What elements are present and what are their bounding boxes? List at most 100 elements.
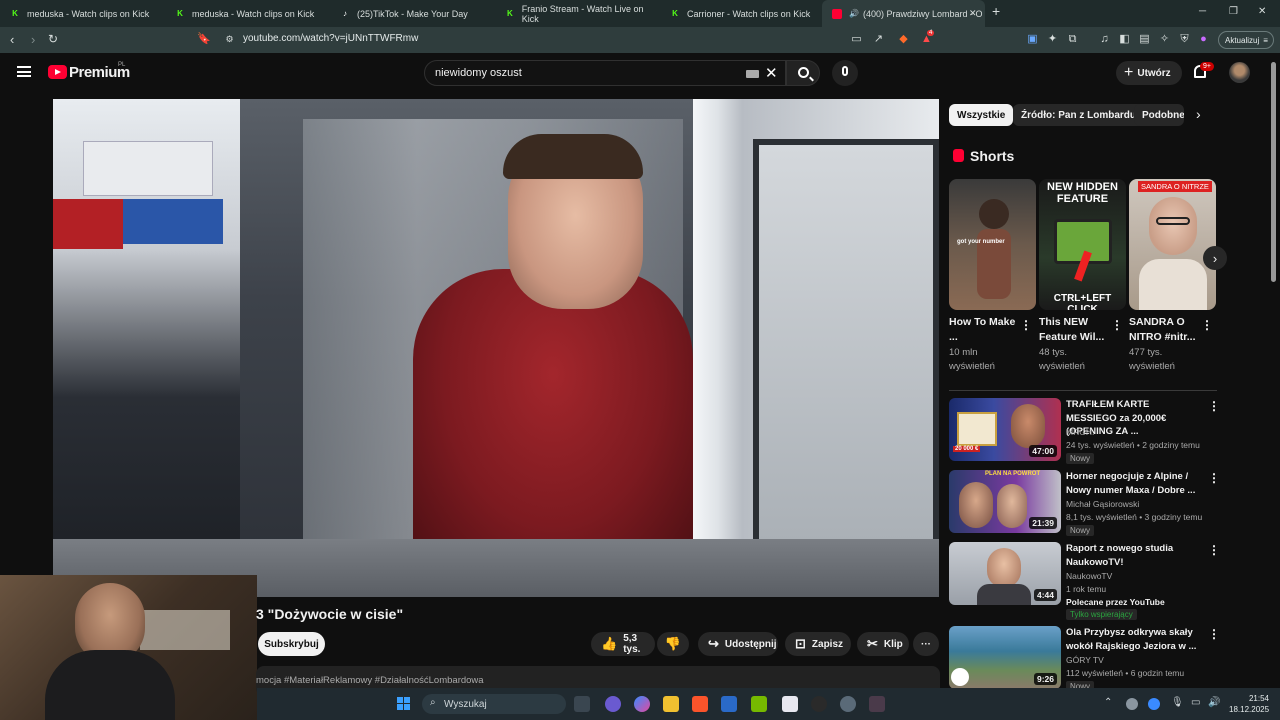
clear-search-icon[interactable]: ✕ [765, 64, 778, 82]
save-button[interactable]: ⊡ Zapisz [785, 632, 851, 656]
video-kebab-icon[interactable]: ⋮ [1208, 543, 1220, 557]
obs-icon[interactable] [811, 696, 827, 712]
video-thumbnail[interactable]: 9:26 [949, 626, 1061, 689]
subscribe-button[interactable]: Subskrybuj [258, 632, 325, 656]
taskbar-clock[interactable]: 21:54 18.12.2025 [1229, 693, 1269, 715]
video-player[interactable] [53, 99, 939, 597]
back-icon[interactable]: ‹ [10, 32, 14, 47]
leo-icon[interactable]: ✧ [1158, 33, 1171, 46]
app-icon[interactable] [869, 696, 885, 712]
store-icon[interactable] [721, 696, 737, 712]
puzzle-icon[interactable]: ✦ [1046, 33, 1059, 46]
youtube-logo-icon[interactable] [48, 65, 67, 79]
more-actions-button[interactable]: ··· [913, 632, 939, 656]
short-title[interactable]: SANDRA O NITRO #nitr... [1129, 315, 1201, 345]
channel-name[interactable]: MRGH. [1066, 427, 1094, 437]
tray-volume-icon[interactable]: 🔊 [1208, 697, 1220, 708]
maximize-button[interactable]: ❐ [1229, 6, 1238, 17]
video-scene-box-red [53, 199, 123, 249]
share-button[interactable]: ↪ Udostępnij [698, 632, 778, 656]
cast-icon[interactable]: ▭ [850, 33, 863, 46]
notepad-icon[interactable] [782, 696, 798, 712]
video-kebab-icon[interactable]: ⋮ [1208, 399, 1220, 413]
reload-icon[interactable]: ↻ [48, 32, 58, 46]
short-title[interactable]: How To Make ... [949, 315, 1021, 345]
bookmark-icon[interactable]: 🔖 [197, 33, 211, 46]
like-button[interactable]: 👍 5,3 tys. [591, 632, 655, 656]
browser-tab[interactable]: K Carrioner - Watch clips on Kick [660, 0, 825, 27]
clip-button[interactable]: ✂ Klip [857, 632, 909, 656]
video-title-link[interactable]: Horner negocjuje z Alpine / Nowy numer M… [1066, 470, 1198, 497]
browser-tab-active[interactable]: 🔊 (400) Prawdziwy Lombard - O ✕ [822, 0, 985, 27]
brave-browser-icon[interactable] [692, 696, 708, 712]
tray-chevron-icon[interactable]: ⌃ [1104, 697, 1112, 708]
dislike-button[interactable]: 👎 [657, 632, 689, 656]
browser-tab[interactable]: K meduska - Watch clips on Kick [165, 0, 330, 27]
shorts-next-button[interactable]: › [1203, 246, 1227, 270]
browser-tab[interactable]: K meduska - Watch clips on Kick [0, 0, 165, 27]
chips-next-icon[interactable]: › [1196, 106, 1201, 122]
short-thumbnail[interactable]: got your number [949, 179, 1036, 310]
brave-shield-icon[interactable]: ◆ [897, 33, 910, 46]
wallet-icon[interactable]: ▤ [1138, 33, 1151, 46]
new-tab-button[interactable]: + [992, 3, 1000, 19]
sidebar-icon[interactable]: ◧ [1118, 33, 1131, 46]
video-thumbnail[interactable]: PLAN NA POWRÓT 21:39 [949, 470, 1061, 533]
short-thumbnail[interactable]: SANDRA O NITRZE [1129, 179, 1216, 310]
copilot-icon[interactable] [634, 696, 650, 712]
browser-tab-strip: K meduska - Watch clips on Kick K medusk… [0, 0, 1280, 27]
short-title[interactable]: This NEW Feature Wil... [1039, 315, 1111, 345]
browser-tab[interactable]: ♪ (25)TikTok - Make Your Day [330, 0, 495, 27]
search-input[interactable]: niewidomy oszust ✕ [424, 60, 786, 86]
channel-name[interactable]: GÓRY TV [1066, 655, 1104, 665]
video-title-link[interactable]: Raport z nowego studia NaukowoTV! [1066, 542, 1198, 569]
music-icon[interactable]: ♫ [1098, 33, 1111, 46]
short-kebab-icon[interactable]: ⋮ [1201, 318, 1213, 332]
minimize-button[interactable]: ─ [1199, 6, 1206, 17]
avatar[interactable] [1229, 62, 1250, 83]
close-window-button[interactable]: ✕ [1258, 6, 1266, 17]
chip-source[interactable]: Źródło: Pan z Lombardu [1013, 104, 1144, 126]
browser-tab[interactable]: K Franio Stream - Watch Live on Kick [495, 0, 660, 27]
hamburger-menu-icon[interactable] [17, 66, 31, 77]
channel-name[interactable]: Michał Gąsiorowski [1066, 499, 1139, 509]
video-thumbnail[interactable]: 4:44 [949, 542, 1061, 605]
profile-icon[interactable]: ● [1197, 33, 1210, 46]
create-button[interactable]: + Utwórz [1116, 61, 1182, 85]
video-title-link[interactable]: Ola Przybysz odkrywa skały wokół Rajskie… [1066, 626, 1198, 653]
task-view-icon[interactable] [574, 696, 590, 712]
video-kebab-icon[interactable]: ⋮ [1208, 627, 1220, 641]
short-kebab-icon[interactable]: ⋮ [1111, 318, 1123, 332]
voice-search-button[interactable] [832, 60, 858, 86]
discord-icon[interactable] [605, 696, 621, 712]
extension-icon[interactable]: ▣ [1026, 33, 1039, 46]
tray-app-icon[interactable] [1126, 698, 1138, 710]
file-explorer-icon[interactable] [663, 696, 679, 712]
settings-icon[interactable] [840, 696, 856, 712]
update-button[interactable]: Aktualizuj ≡ [1218, 31, 1274, 49]
site-info-icon[interactable]: ⚙ [223, 33, 236, 46]
short-kebab-icon[interactable]: ⋮ [1020, 318, 1032, 332]
video-thumbnail[interactable]: 20 000 € 47:00 [949, 398, 1061, 461]
video-kebab-icon[interactable]: ⋮ [1208, 471, 1220, 485]
windows-start-icon[interactable] [397, 697, 411, 711]
tray-cloud-icon[interactable] [1148, 698, 1160, 710]
keyboard-icon[interactable] [746, 70, 759, 78]
vpn-icon[interactable]: ⛨ [1178, 33, 1191, 46]
tab-close-icon[interactable]: ✕ [969, 8, 977, 19]
tray-mic-icon[interactable]: 🎙 [1171, 697, 1184, 708]
description-hashtags[interactable]: mocja #MateriałReklamowy #DziałalnośćLom… [256, 675, 484, 686]
url-field[interactable]: youtube.com/watch?v=jUNnTTWFRmw [243, 33, 418, 44]
nvidia-icon[interactable] [751, 696, 767, 712]
forward-icon[interactable]: › [31, 32, 35, 47]
chip-similar[interactable]: Podobne [1134, 104, 1184, 126]
taskbar-search-input[interactable]: ⌕ Wyszukaj [422, 694, 566, 714]
tray-network-icon[interactable]: ▭ [1191, 697, 1200, 708]
channel-name[interactable]: NaukowoTV [1066, 571, 1112, 581]
page-scrollbar[interactable] [1271, 62, 1276, 282]
share-icon[interactable]: ↗ [872, 33, 885, 46]
short-thumbnail[interactable]: NEW HIDDEN FEATURE CTRL+LEFT CLICK [1039, 179, 1126, 310]
screenshot-icon[interactable]: ⧉ [1066, 33, 1079, 46]
chip-all[interactable]: Wszystkie [949, 104, 1014, 126]
search-button[interactable] [786, 60, 820, 86]
